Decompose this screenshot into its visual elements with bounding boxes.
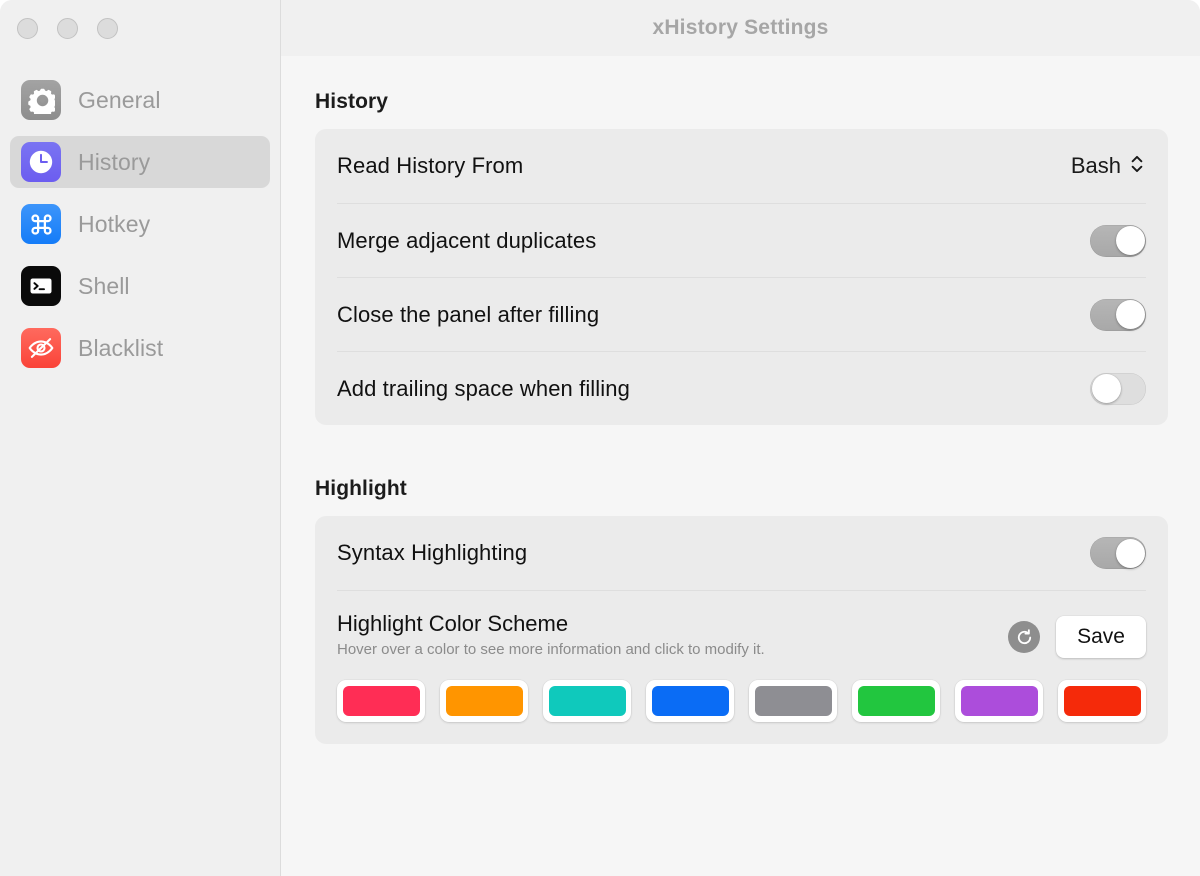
color-swatch[interactable] (646, 680, 734, 722)
row-label: Add trailing space when filling (337, 375, 630, 401)
window-title: xHistory Settings (652, 16, 829, 39)
syntax-highlighting-toggle[interactable] (1090, 537, 1146, 569)
main-panel: xHistory Settings History Read History F… (281, 0, 1200, 876)
row-label: Close the panel after filling (337, 301, 600, 327)
row-label: Syntax Highlighting (337, 540, 528, 565)
sidebar-item-history[interactable]: History (10, 136, 270, 188)
traffic-light-controls (0, 0, 280, 56)
row-add-trailing-space: Add trailing space when filling (337, 351, 1146, 425)
color-swatch[interactable] (543, 680, 631, 722)
reset-icon[interactable] (1008, 621, 1041, 653)
color-swatch-list (337, 680, 1146, 744)
sidebar-item-label: Blacklist (78, 334, 164, 361)
merge-adjacent-duplicates-toggle[interactable] (1090, 224, 1146, 257)
row-merge-adjacent-duplicates: Merge adjacent duplicates (337, 203, 1146, 277)
dropdown-value: Bash (1070, 153, 1121, 178)
sidebar-item-hotkey[interactable]: Hotkey (10, 198, 270, 250)
color-swatch[interactable] (1058, 680, 1146, 722)
sidebar-item-list: General History Hotkey Shell Blacklist (0, 56, 280, 374)
terminal-icon (21, 266, 61, 306)
settings-window: General History Hotkey Shell Blacklist x… (0, 0, 1200, 876)
read-history-from-dropdown[interactable]: Bash (1069, 151, 1146, 182)
minimize-button[interactable] (57, 17, 78, 39)
color-chip (445, 686, 523, 716)
color-scheme-subtitle: Hover over a color to see more informati… (337, 641, 765, 658)
title-bar: xHistory Settings (281, 0, 1200, 56)
row-highlight-color-scheme: Highlight Color Scheme Hover over a colo… (337, 590, 1146, 680)
row-label: Read History From (337, 153, 524, 178)
color-chip (857, 686, 935, 716)
sidebar-item-blacklist[interactable]: Blacklist (10, 322, 270, 374)
sidebar-item-shell[interactable]: Shell (10, 260, 270, 312)
command-icon (21, 204, 61, 244)
toggle-knob (1115, 226, 1145, 255)
color-scheme-actions: Save (1008, 611, 1146, 658)
sidebar-item-general[interactable]: General (10, 74, 270, 126)
section-title-highlight: Highlight (315, 477, 407, 500)
row-label: Merge adjacent duplicates (337, 227, 597, 253)
color-chip (754, 686, 832, 716)
color-swatch[interactable] (955, 680, 1043, 722)
zoom-button[interactable] (97, 17, 118, 39)
color-chip (548, 686, 626, 716)
color-swatch[interactable] (852, 680, 940, 722)
color-swatch[interactable] (440, 680, 528, 722)
sidebar-item-label: Shell (78, 272, 130, 299)
highlight-card: Syntax Highlighting Highlight Color Sche… (315, 516, 1168, 744)
color-swatch[interactable] (749, 680, 837, 722)
gear-icon (21, 80, 61, 120)
section-title-history: History (315, 90, 389, 113)
toggle-knob (1115, 538, 1145, 568)
toggle-knob (1115, 300, 1145, 329)
eye-slash-icon (21, 328, 61, 368)
close-button[interactable] (17, 17, 38, 39)
color-scheme-title: Highlight Color Scheme (337, 611, 569, 636)
color-chip (960, 686, 1038, 716)
toggle-knob (1091, 374, 1121, 403)
history-card: Read History From Bash Merge adjacent du… (315, 129, 1168, 425)
color-chip (1063, 686, 1141, 716)
save-button[interactable]: Save (1056, 616, 1146, 658)
sidebar-item-label: History (78, 148, 151, 175)
color-scheme-text: Highlight Color Scheme Hover over a colo… (337, 611, 765, 658)
sidebar-item-label: General (78, 86, 161, 113)
row-syntax-highlighting: Syntax Highlighting (337, 516, 1146, 590)
color-swatch[interactable] (337, 680, 425, 722)
color-chip (342, 686, 420, 716)
chevron-up-down-icon (1130, 153, 1144, 180)
color-chip (651, 686, 729, 716)
row-read-history-from: Read History From Bash (337, 129, 1146, 203)
close-panel-after-filling-toggle[interactable] (1090, 298, 1146, 331)
sidebar-item-label: Hotkey (78, 210, 151, 237)
clock-icon (21, 142, 61, 182)
settings-content: History Read History From Bash Merge adj… (281, 56, 1200, 876)
sidebar: General History Hotkey Shell Blacklist (0, 0, 281, 876)
row-close-panel-after-filling: Close the panel after filling (337, 277, 1146, 351)
add-trailing-space-toggle[interactable] (1090, 372, 1146, 405)
